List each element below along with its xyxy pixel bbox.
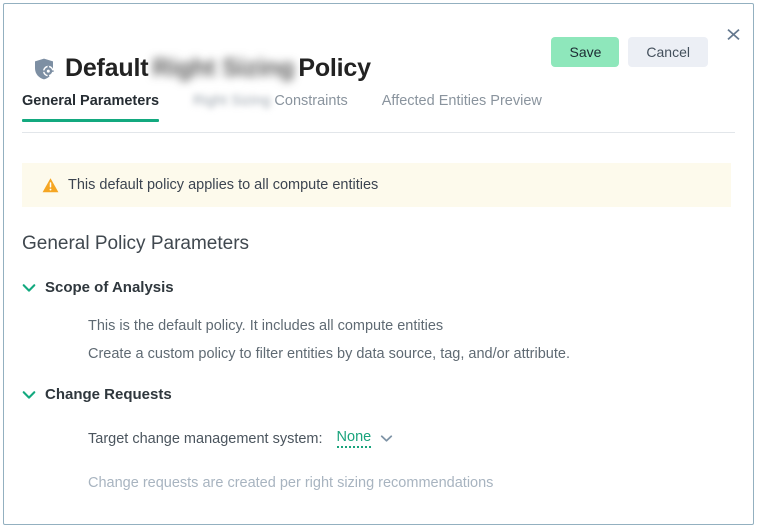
group-label: Change Requests [45,386,172,403]
target-cms-label: Target change management system: [88,430,323,447]
group-label: Scope of Analysis [45,279,174,296]
scope-line-2: Create a custom policy to filter entitie… [88,346,570,362]
group-scope-of-analysis: Scope of Analysis This is the default po… [22,279,735,362]
tab-label: General Parameters [22,93,160,109]
title-redacted-text: Right Sizing [152,53,295,82]
close-icon[interactable] [724,25,742,43]
info-banner: This default policy applies to all compu… [22,163,731,207]
dialog-body: General Policy Parameters Scope of Analy… [4,233,753,491]
cancel-button[interactable]: Cancel [628,37,708,67]
policy-dialog: Default Right Sizing Policy Save Cancel … [3,3,754,525]
scope-line-1: This is the default policy. It includes … [88,318,444,334]
group-scope-of-analysis-header[interactable]: Scope of Analysis [22,279,735,296]
title-suffix: Policy [298,53,371,82]
change-requests-hint: Change requests are created per right si… [88,475,494,491]
tab-affected-entities-preview[interactable]: Affected Entities Preview [382,93,542,121]
page-title: Default Right Sizing Policy [32,48,371,88]
target-cms-value: None [336,429,372,448]
chevron-down-icon [22,283,36,292]
target-cms-row: Target change management system: None [88,429,735,448]
tab-constraints[interactable]: Right Sizing Constraints [193,93,348,121]
group-scope-of-analysis-body: This is the default policy. It includes … [22,296,735,362]
banner-text: This default policy applies to all compu… [68,177,379,193]
page-section-title: General Policy Parameters [22,233,250,254]
save-button[interactable]: Save [551,37,620,67]
warning-triangle-icon [42,177,59,192]
tab-bar: General Parameters Right Sizing Constrain… [22,92,735,133]
shield-gear-icon [35,58,54,80]
target-cms-dropdown[interactable]: None [336,429,394,448]
tab-label: Affected Entities Preview [381,93,542,109]
chevron-down-icon [22,390,36,399]
dialog-actions: Save Cancel [551,37,708,67]
group-change-requests: Change Requests Target change management… [22,386,735,491]
group-change-requests-header[interactable]: Change Requests [22,386,735,403]
dialog-header: Default Right Sizing Policy Save Cancel [4,4,753,92]
chevron-down-icon [381,435,393,442]
tab-redacted-prefix: Right Sizing [193,93,271,109]
tab-general-parameters[interactable]: General Parameters [22,93,160,122]
title-prefix: Default [65,53,149,82]
tab-label: Constraints [274,93,348,109]
group-change-requests-body: Target change management system: None Ch… [22,403,735,491]
